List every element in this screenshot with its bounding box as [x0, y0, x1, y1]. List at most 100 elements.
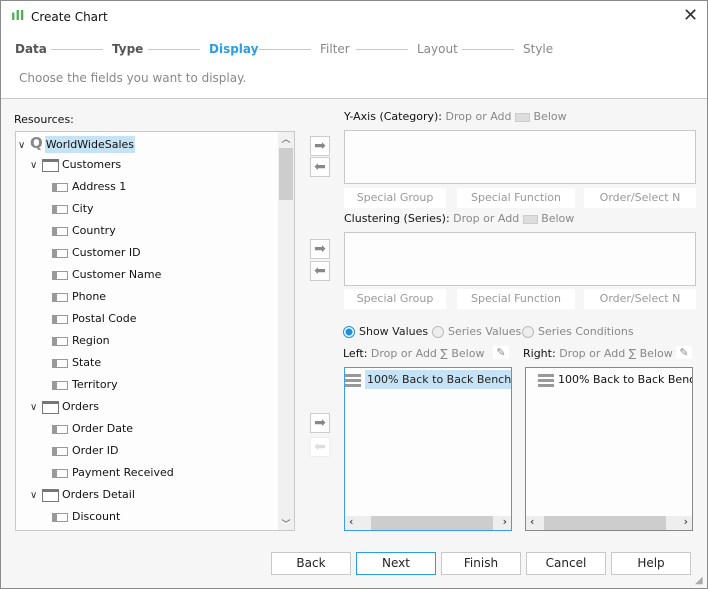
chevron-down-icon[interactable]: ∨	[30, 486, 42, 506]
chevron-down-icon[interactable]: ∨	[30, 156, 42, 176]
chevron-down-icon[interactable]: ∨	[18, 136, 30, 156]
tree-item[interactable]: Order Date	[52, 419, 133, 439]
tree-item[interactable]: Customer ID	[52, 243, 141, 263]
scroll-down-icon[interactable]: ﹀	[278, 517, 294, 530]
tree-item[interactable]: Discount	[52, 507, 120, 527]
clustering-hint-below: Below	[541, 212, 575, 225]
tree-item[interactable]: State	[52, 353, 101, 373]
tree-item[interactable]: Postal Code	[52, 309, 136, 329]
tree-item[interactable]: Phone	[52, 287, 106, 307]
radio-series-conditions[interactable]: Series Conditions	[522, 325, 634, 338]
tree-item[interactable]: Country	[52, 221, 116, 241]
scroll-right-icon[interactable]: ›	[684, 515, 688, 528]
instruction-text: Choose the fields you want to display.	[19, 71, 247, 85]
table-icon	[42, 400, 59, 414]
list-item[interactable]: 100% Back to Back Bench 2-D	[538, 370, 692, 390]
right-title: Right:	[523, 347, 556, 360]
scroll-thumb[interactable]	[371, 516, 493, 530]
right-values-list[interactable]: 100% Back to Back Bench 2-D ‹›	[525, 367, 693, 531]
yaxis-order-select-button[interactable]: Order/Select N	[584, 188, 696, 208]
field-icon	[52, 226, 68, 236]
edit-right-icon[interactable]: ✎	[676, 346, 692, 359]
tree-item-label: Country	[72, 224, 116, 237]
add-value-button[interactable]: ➡	[310, 413, 330, 433]
step-layout[interactable]: Layout	[417, 42, 458, 56]
step-filter[interactable]: Filter	[320, 42, 350, 56]
next-button[interactable]: Next	[356, 552, 436, 575]
tree-item[interactable]: ∨ Orders	[30, 397, 99, 417]
field-icon	[52, 292, 68, 302]
table-icon	[42, 488, 59, 502]
tree-item-label: City	[72, 202, 94, 215]
field-icon	[52, 468, 68, 478]
yaxis-title: Y-Axis (Category):	[344, 110, 442, 123]
clustering-title: Clustering (Series):	[344, 212, 450, 225]
yaxis-label: Y-Axis (Category): Drop or Add Below	[344, 110, 567, 123]
table-icon	[42, 158, 59, 172]
measure-icon	[538, 373, 554, 387]
radio-label: Show Values	[359, 325, 429, 338]
scroll-up-icon[interactable]: ︿	[278, 132, 294, 145]
sigma-icon: ∑	[628, 347, 637, 360]
tree-item-label: Postal Code	[72, 312, 137, 325]
resize-grip-icon[interactable]: ◢	[695, 575, 703, 586]
clustering-drop-area[interactable]	[344, 232, 696, 286]
step-type[interactable]: Type	[112, 42, 143, 56]
window-title: Create Chart	[31, 10, 108, 24]
left-hscrollbar[interactable]: ‹ ›	[345, 515, 511, 530]
remove-clustering-button[interactable]: ⬅	[310, 261, 330, 281]
clustering-special-group-button[interactable]: Special Group	[344, 289, 446, 309]
tree-item[interactable]: Territory	[52, 375, 118, 395]
edit-left-icon[interactable]: ✎	[493, 346, 509, 359]
tree-item-label: Region	[72, 334, 110, 347]
tree-item[interactable]: Customer Name	[52, 265, 161, 285]
yaxis-drop-area[interactable]	[344, 130, 696, 184]
tree-item[interactable]: Address 1	[52, 177, 126, 197]
tree-item[interactable]: ∨ Customers	[30, 155, 121, 175]
chevron-down-icon[interactable]: ∨	[30, 398, 42, 418]
chart-app-icon: ıll	[11, 9, 25, 24]
tree-item[interactable]: Order ID	[52, 441, 118, 461]
left-values-list[interactable]: 100% Back to Back Bench 2-D ‹›	[344, 367, 512, 531]
tree-item[interactable]: City	[52, 199, 94, 219]
tree-scrollbar[interactable]: ︿ ﹀	[278, 132, 294, 530]
radio-show-values[interactable]: Show Values	[343, 325, 428, 338]
cancel-button[interactable]: Cancel	[526, 552, 606, 575]
divider	[148, 49, 200, 50]
back-button[interactable]: Back	[271, 552, 351, 575]
resources-tree[interactable]: ︿ ﹀ ∨ Q WorldWideSales ∨ Customers Address 1 C…	[15, 131, 295, 531]
help-button[interactable]: Help	[611, 552, 691, 575]
measure-icon	[345, 373, 361, 387]
radio-unchecked-icon	[522, 326, 534, 338]
remove-yaxis-button[interactable]: ⬅	[310, 157, 330, 177]
add-yaxis-button[interactable]: ➡	[310, 136, 330, 156]
radio-series-values[interactable]: Series Values	[432, 325, 521, 338]
step-style[interactable]: Style	[523, 42, 553, 56]
scroll-thumb[interactable]	[544, 516, 666, 530]
yaxis-special-group-button[interactable]: Special Group	[344, 188, 446, 208]
scroll-thumb[interactable]	[279, 148, 293, 200]
scroll-right-icon[interactable]: ›	[503, 515, 507, 528]
step-data[interactable]: Data	[15, 42, 47, 56]
remove-value-button[interactable]: ⬅	[310, 437, 330, 457]
scroll-left-icon[interactable]: ‹	[349, 515, 353, 528]
tree-item[interactable]: ∨ Q WorldWideSales	[18, 133, 136, 156]
scroll-left-icon[interactable]: ‹	[530, 515, 534, 528]
tree-item[interactable]: ∨ Orders Detail	[30, 485, 135, 505]
radio-label: Series Conditions	[538, 325, 634, 338]
right-hscrollbar[interactable]: ‹ ›	[526, 515, 692, 530]
list-item[interactable]: 100% Back to Back Bench 2-D	[345, 370, 511, 390]
step-display[interactable]: Display	[209, 42, 258, 56]
yaxis-special-function-button[interactable]: Special Function	[457, 188, 575, 208]
tree-item[interactable]: Payment Received	[52, 463, 174, 483]
divider	[259, 49, 311, 50]
close-icon[interactable]: ✕	[683, 5, 698, 26]
add-clustering-button[interactable]: ➡	[310, 239, 330, 259]
clustering-special-function-button[interactable]: Special Function	[457, 289, 575, 309]
clustering-order-select-button[interactable]: Order/Select N	[584, 289, 696, 309]
tree-item[interactable]: Region	[52, 331, 110, 351]
tree-item-label: Address 1	[72, 180, 127, 193]
finish-button[interactable]: Finish	[441, 552, 521, 575]
field-icon	[52, 182, 68, 192]
field-icon	[52, 204, 68, 214]
